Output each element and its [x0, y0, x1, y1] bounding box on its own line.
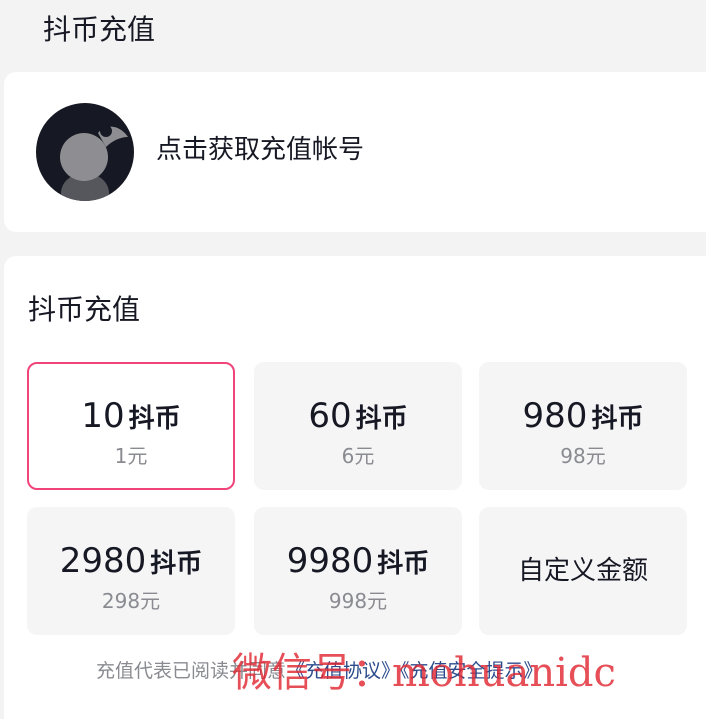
- option-unit: 抖币: [128, 404, 181, 434]
- option-amount: 2980 抖币: [27, 541, 235, 587]
- option-amount: 60 抖币: [254, 396, 462, 442]
- option-unit: 抖币: [377, 549, 430, 579]
- option-price: 998元: [328, 589, 388, 613]
- section-title: 抖币充值: [28, 293, 141, 326]
- option-price: 98元: [560, 444, 606, 468]
- option-price: 298元: [101, 589, 161, 613]
- option-amount-number: 2980: [59, 541, 147, 581]
- option-amount-number: 60: [308, 396, 352, 436]
- recharge-option-60[interactable]: 60 抖币 6元: [254, 362, 462, 490]
- agreement-prefix: 充值代表已阅读并同意: [96, 660, 287, 682]
- option-amount-number: 980: [522, 396, 588, 436]
- recharge-option-custom[interactable]: 自定义金额: [479, 507, 687, 635]
- avatar[interactable]: [36, 103, 134, 201]
- custom-amount-label: 自定义金额: [517, 556, 648, 586]
- option-amount-number: 9980: [286, 541, 374, 581]
- agreement-text: 充值代表已阅读并同意《充值协议》《充值安全提示》: [0, 656, 706, 686]
- option-amount: 980 抖币: [479, 396, 687, 442]
- option-amount: 10 抖币: [29, 396, 233, 442]
- recharge-option-2980[interactable]: 2980 抖币 298元: [27, 507, 235, 635]
- recharge-option-10[interactable]: 10 抖币 1元: [27, 362, 235, 490]
- recharge-option-9980[interactable]: 9980 抖币 998元: [254, 507, 462, 635]
- option-unit: 抖币: [150, 549, 203, 579]
- page-title: 抖币充值: [43, 13, 156, 46]
- option-unit: 抖币: [591, 404, 644, 434]
- option-price: 6元: [341, 444, 375, 468]
- option-unit: 抖币: [355, 404, 408, 434]
- recharge-option-980[interactable]: 980 抖币 98元: [479, 362, 687, 490]
- option-amount-number: 10: [81, 396, 125, 436]
- recharge-card: 抖币充值 10 抖币 1元 60 抖币 6元 980 抖币 98元 2980 抖币 29…: [4, 256, 706, 719]
- get-account-link[interactable]: 点击获取充值帐号: [156, 130, 364, 170]
- option-amount: 9980 抖币: [254, 541, 462, 587]
- recharge-safety-link[interactable]: 《充值安全提示》: [400, 660, 543, 682]
- account-card[interactable]: 点击获取充值帐号: [4, 72, 706, 232]
- recharge-agreement-link[interactable]: 《充值协议》: [286, 660, 400, 682]
- default-avatar-icon: [60, 125, 128, 201]
- option-price: 1元: [114, 444, 148, 468]
